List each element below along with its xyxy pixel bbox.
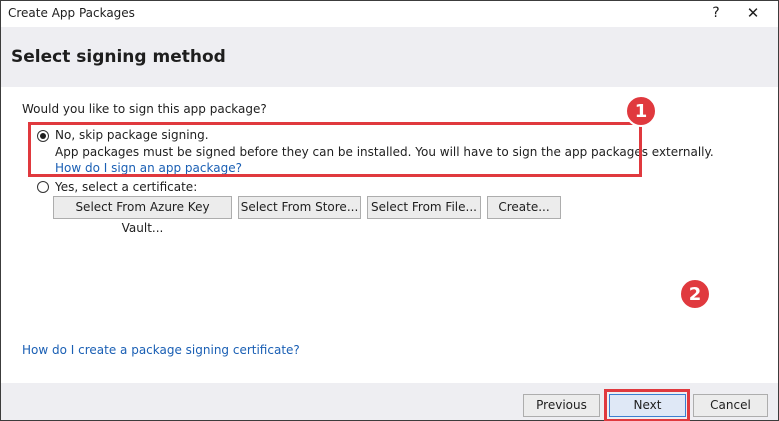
page-header: Select signing method bbox=[1, 27, 778, 87]
step-badge-1: 1 bbox=[625, 95, 657, 127]
signing-question: Would you like to sign this app package? bbox=[22, 102, 267, 116]
cancel-button[interactable]: Cancel bbox=[693, 394, 768, 417]
window-title: Create App Packages bbox=[8, 6, 135, 20]
certificate-label[interactable]: Yes, select a certificate: bbox=[55, 180, 197, 194]
dialog-footer: Previous Next Cancel bbox=[1, 383, 778, 421]
create-certificate-help-link[interactable]: How do I create a package signing certif… bbox=[22, 343, 300, 357]
content-area: Would you like to sign this app package?… bbox=[1, 87, 778, 383]
select-from-store-button[interactable]: Select From Store... bbox=[238, 196, 361, 219]
select-azure-key-vault-button[interactable]: Select From Azure Key Vault... bbox=[53, 196, 232, 235]
title-bar: Create App Packages ? ✕ bbox=[1, 1, 778, 27]
create-certificate-button[interactable]: Create... bbox=[487, 196, 561, 219]
previous-button[interactable]: Previous bbox=[523, 394, 600, 417]
help-icon[interactable]: ? bbox=[705, 2, 727, 24]
close-icon[interactable]: ✕ bbox=[741, 2, 765, 24]
page-title: Select signing method bbox=[11, 47, 226, 67]
skip-option-highlight bbox=[28, 122, 642, 177]
certificate-radio[interactable] bbox=[37, 181, 49, 193]
select-from-file-button[interactable]: Select From File... bbox=[367, 196, 481, 219]
dialog-window: Create App Packages ? ✕ Select signing m… bbox=[0, 0, 779, 421]
step-badge-2: 2 bbox=[679, 278, 711, 310]
next-button[interactable]: Next bbox=[609, 394, 686, 417]
